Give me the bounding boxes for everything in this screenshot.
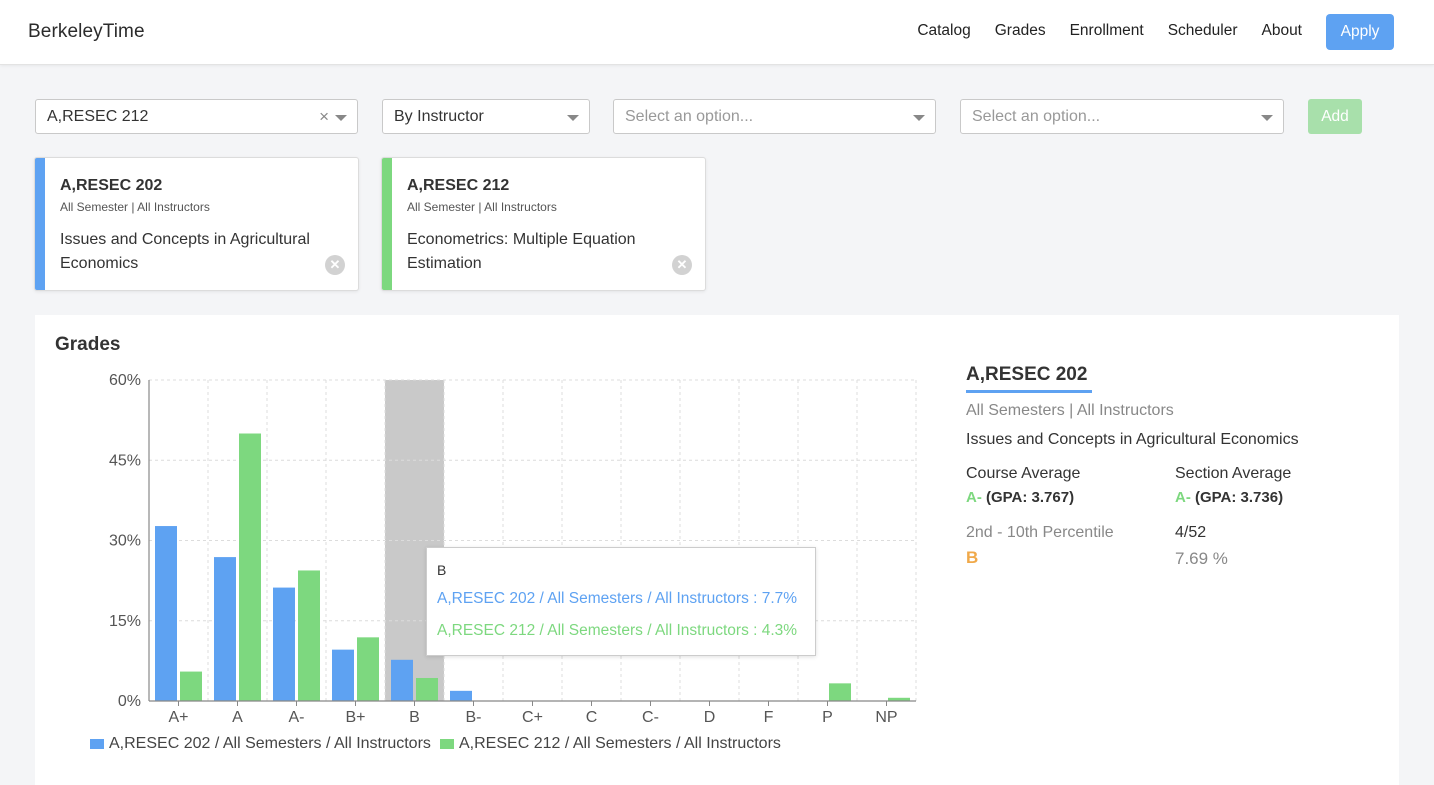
section-average-value: A- (GPA: 3.736) — [1175, 489, 1283, 506]
legend-label: A,RESEC 212 / All Semesters / All Instru… — [459, 735, 781, 752]
bar — [273, 587, 295, 701]
y-tick-label: 30% — [109, 533, 141, 550]
tooltip-title: B — [437, 562, 447, 578]
x-tick-label: B+ — [345, 709, 365, 726]
bar — [391, 659, 413, 701]
x-tick-label: A+ — [168, 709, 188, 726]
course-average-label: Course Average — [966, 465, 1081, 482]
percentile-grade: B — [966, 548, 979, 567]
grade-count: 4/52 — [1175, 524, 1207, 541]
y-tick-label: 60% — [109, 372, 141, 389]
x-tick-label: NP — [875, 709, 897, 726]
legend-item-series-1[interactable]: A,RESEC 202 / All Semesters / All Instru… — [90, 735, 431, 753]
course-average-gpa: (GPA: 3.767) — [986, 489, 1075, 506]
tooltip-row-series-1: A,RESEC 202 / All Semesters / All Instru… — [437, 590, 798, 607]
info-title: A,RESEC 202 — [966, 364, 1088, 385]
y-tick-label: 15% — [109, 613, 141, 630]
info-subtitle: All Semesters | All Instructors — [966, 402, 1174, 419]
x-tick-label: D — [704, 709, 716, 726]
x-tick-label: C+ — [522, 709, 543, 726]
x-tick-label: F — [764, 709, 774, 726]
y-tick-label: 0% — [118, 693, 141, 710]
section-average-grade: A- — [1175, 489, 1191, 506]
x-tick-label: B — [409, 709, 420, 726]
bar — [239, 433, 261, 701]
course-average-value: A- (GPA: 3.767) — [966, 489, 1074, 506]
info-description: Issues and Concepts in Agricultural Econ… — [966, 431, 1299, 448]
legend-swatch — [440, 739, 454, 749]
percentile-label: 2nd - 10th Percentile — [966, 524, 1114, 541]
bar — [332, 649, 354, 701]
bar — [214, 557, 236, 701]
section-average-gpa: (GPA: 3.736) — [1195, 489, 1284, 506]
legend-label: A,RESEC 202 / All Semesters / All Instru… — [109, 735, 431, 752]
chart-tooltip: B A,RESEC 202 / All Semesters / All Inst… — [426, 547, 816, 656]
bar — [357, 637, 379, 701]
x-tick-label: B- — [466, 709, 482, 726]
y-tick-label: 45% — [109, 452, 141, 469]
tooltip-row-series-2: A,RESEC 212 / All Semesters / All Instru… — [437, 622, 798, 639]
bar — [298, 570, 320, 701]
x-tick-label: A- — [289, 709, 305, 726]
legend-swatch — [90, 739, 104, 749]
x-tick-label: A — [232, 709, 243, 726]
info-title-underline — [966, 390, 1092, 393]
bar — [155, 526, 177, 701]
legend-item-series-2[interactable]: A,RESEC 212 / All Semesters / All Instru… — [440, 735, 781, 753]
bar — [450, 690, 472, 701]
x-tick-label: C- — [642, 709, 659, 726]
course-average-grade: A- — [966, 489, 982, 506]
section-average-label: Section Average — [1175, 465, 1292, 482]
bar — [416, 677, 438, 701]
x-tick-label: C — [586, 709, 598, 726]
grade-distribution-chart: 0% 15% 30% 45% 60% A+ A A- B+ B B- C+ C C- D F P NP — [109, 372, 917, 726]
bar — [180, 671, 202, 701]
x-tick-label: P — [822, 709, 833, 726]
grade-percent: 7.69 % — [1175, 549, 1228, 568]
bar — [829, 683, 851, 701]
